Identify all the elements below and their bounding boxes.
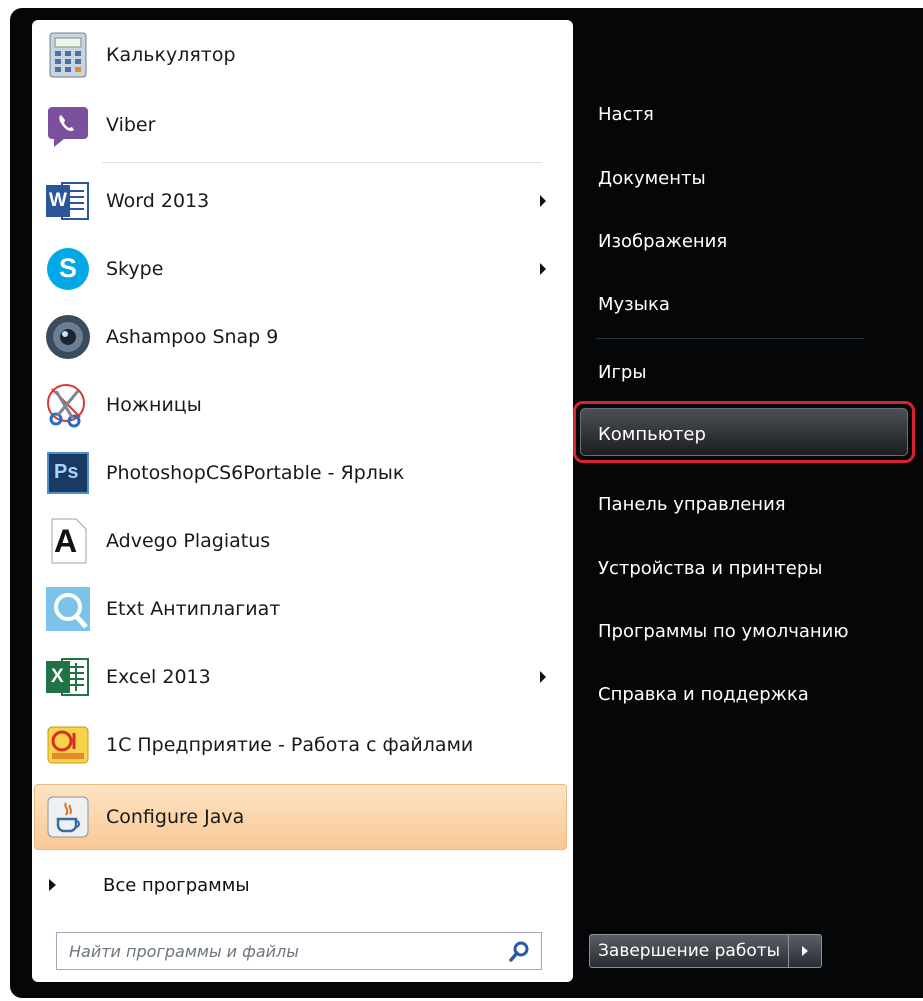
program-label: Excel 2013 [106, 666, 211, 688]
program-skype[interactable]: S Skype [36, 236, 566, 302]
right-item-computer[interactable]: Компьютер [598, 424, 706, 445]
program-excel[interactable]: X Excel 2013 [36, 644, 566, 710]
word-letter: W [49, 190, 67, 211]
program-label: Advego Plagiatus [106, 530, 271, 552]
shutdown-group: Завершение работы [589, 934, 823, 968]
submenu-arrow-icon[interactable] [540, 263, 546, 275]
search-box[interactable] [56, 932, 542, 970]
separator [596, 338, 864, 339]
search-icon[interactable] [507, 938, 533, 964]
program-etxt[interactable]: Etxt Антиплагиат [36, 576, 566, 642]
program-label: Configure Java [106, 806, 245, 828]
photoshop-letters: Ps [54, 461, 79, 483]
program-photoshop[interactable]: Ps PhotoshopCS6Portable - Ярлык [36, 440, 566, 506]
viber-icon [44, 101, 92, 149]
advego-letter: A [54, 523, 78, 559]
program-label: PhotoshopCS6Portable - Ярлык [106, 462, 405, 484]
scissors-icon [44, 381, 92, 429]
program-1c[interactable]: 1С Предприятие - Работа с файлами [36, 712, 566, 778]
shutdown-options-icon[interactable] [788, 934, 823, 968]
right-item-help-support[interactable]: Справка и поддержка [598, 684, 809, 705]
program-label: Word 2013 [106, 190, 210, 212]
search-input[interactable] [67, 940, 507, 962]
skype-letter: S [59, 253, 78, 283]
shutdown-button[interactable]: Завершение работы [589, 934, 790, 968]
ashampoo-snap-icon [44, 313, 92, 361]
program-label: Ashampoo Snap 9 [106, 326, 279, 348]
program-ashampoo-snap[interactable]: Ashampoo Snap 9 [36, 304, 566, 370]
program-calculator[interactable]: Калькулятор [36, 22, 566, 88]
right-item-devices-printers[interactable]: Устройства и принтеры [598, 558, 823, 579]
program-label: Skype [106, 258, 164, 280]
program-label: 1С Предприятие - Работа с файлами [106, 734, 474, 756]
advego-icon: A [44, 517, 92, 565]
program-label: Etxt Антиплагиат [106, 598, 281, 620]
photoshop-icon: Ps [44, 449, 92, 497]
submenu-arrow-icon[interactable] [540, 195, 546, 207]
expand-arrow-icon [49, 879, 56, 891]
right-item-music[interactable]: Музыка [598, 294, 670, 315]
right-item-pictures[interactable]: Изображения [598, 231, 727, 252]
program-word[interactable]: W Word 2013 [36, 168, 566, 234]
excel-icon: X [44, 653, 92, 701]
program-viber[interactable]: Viber [36, 92, 566, 158]
skype-icon: S [44, 245, 92, 293]
calculator-icon [44, 31, 92, 79]
program-scissors[interactable]: Ножницы [36, 372, 566, 438]
right-item-control-panel[interactable]: Панель управления [598, 494, 786, 515]
1c-icon [44, 721, 92, 769]
separator [102, 162, 542, 163]
program-configure-java[interactable]: Configure Java [36, 784, 566, 850]
submenu-arrow-icon[interactable] [540, 671, 546, 683]
etxt-icon [44, 585, 92, 633]
all-programs-label: Все программы [103, 874, 250, 896]
programs-pane: Калькулятор Viber W Word 2013 S Skype As… [32, 20, 573, 982]
word-icon: W [44, 177, 92, 225]
program-label: Ножницы [106, 394, 202, 416]
java-icon [44, 793, 92, 841]
right-item-games[interactable]: Игры [598, 362, 647, 383]
excel-letter: X [51, 666, 64, 687]
all-programs-button[interactable]: Все программы [32, 858, 572, 912]
right-item-default-programs[interactable]: Программы по умолчанию [598, 621, 849, 642]
right-item-user[interactable]: Настя [598, 104, 654, 125]
program-label: Калькулятор [106, 44, 236, 66]
program-label: Viber [106, 114, 156, 136]
program-advego[interactable]: A Advego Plagiatus [36, 508, 566, 574]
right-item-documents[interactable]: Документы [598, 168, 706, 189]
